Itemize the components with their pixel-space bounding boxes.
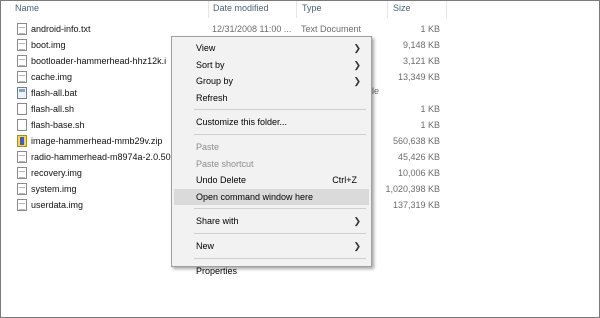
menu-separator (194, 233, 366, 234)
menu-item-label: Open command window here (196, 191, 314, 202)
file-name: android-info.txt (31, 24, 91, 34)
shell-file-icon (17, 103, 27, 115)
image-file-icon (17, 167, 27, 179)
menu-item-label: Sort by (196, 59, 225, 70)
file-name: recovery.img (31, 168, 82, 178)
column-size-label: Size (393, 3, 411, 13)
column-header-date[interactable]: Date modified (207, 1, 297, 18)
image-file-icon (17, 199, 27, 211)
image-file-icon (17, 39, 27, 51)
file-name: flash-all.sh (31, 104, 75, 114)
chevron-right-icon: ❯ (353, 59, 361, 70)
menu-item-label: Paste (196, 142, 220, 152)
context-menu: View ❯ Sort by ❯ Group by ❯ Refresh Customize t… (171, 36, 372, 276)
file-size: 1,020,398 KB (385, 184, 440, 194)
zip-file-icon (17, 135, 27, 147)
batch-file-icon (17, 87, 27, 99)
shell-file-icon (17, 119, 27, 131)
menu-item-label: View (196, 43, 216, 53)
menu-item-label: Properties (196, 265, 238, 276)
menu-item-label: Paste shortcut (196, 158, 254, 169)
column-type-label: Type (302, 3, 322, 13)
file-name: userdata.img (31, 200, 84, 210)
file-name: bootloader-hammerhead-hhz12k.i (31, 56, 167, 66)
chevron-right-icon: ❯ (353, 216, 361, 227)
column-date-label: Date modified (213, 3, 269, 13)
column-header-type[interactable]: Type (296, 1, 388, 18)
menu-item-properties[interactable]: Properties (174, 263, 369, 279)
file-size: 3,121 KB (402, 56, 440, 66)
image-file-icon (17, 183, 27, 195)
partial-type-text: le (372, 86, 380, 96)
menu-separator (194, 134, 366, 135)
image-file-icon (17, 151, 27, 163)
file-name: boot.img (31, 40, 66, 50)
file-name: flash-base.sh (31, 120, 85, 130)
file-name: radio-hammerhead-m8974a-2.0.50 (31, 152, 171, 162)
menu-item-label: Undo Delete (196, 175, 247, 186)
menu-item-open-command-window-here[interactable]: Open command window here (174, 188, 369, 205)
menu-separator (194, 109, 366, 111)
file-name: system.img (31, 184, 77, 194)
explorer-window: Name Date modified Type Size android-inf… (0, 0, 600, 318)
menu-item-label: Refresh (196, 92, 228, 103)
menu-separator (194, 208, 366, 210)
column-header-name[interactable]: Name (9, 1, 209, 18)
chevron-right-icon: ❯ (353, 241, 361, 251)
file-row[interactable]: android-info.txt 12/31/2008 11:00 ... Text… (1, 21, 599, 37)
text-file-icon (17, 23, 27, 35)
file-size: 13,349 KB (397, 72, 440, 82)
menu-item-refresh[interactable]: Refresh (174, 90, 369, 106)
column-header-size[interactable]: Size (387, 1, 447, 18)
menu-item-paste-shortcut[interactable]: Paste shortcut (174, 156, 369, 172)
menu-item-customize-this-folder[interactable]: Customize this folder... (174, 114, 369, 130)
menu-item-undo-delete[interactable]: Undo Delete Ctrl+Z (174, 172, 369, 188)
column-header-bar: Name Date modified Type Size (1, 1, 599, 18)
file-size: 137,319 KB (392, 200, 440, 210)
menu-item-group-by[interactable]: Group by ❯ (174, 73, 369, 89)
menu-item-shortcut: Ctrl+Z (332, 175, 357, 186)
menu-item-label: Share with (196, 216, 239, 227)
file-name: image-hammerhead-mmb29v.zip (31, 136, 163, 146)
file-size: 1 KB (420, 104, 440, 114)
column-name-label: Name (15, 3, 40, 13)
file-size: 1 KB (420, 120, 440, 130)
file-size: 560,638 KB (392, 136, 440, 146)
file-type: Text Document (301, 24, 362, 34)
file-name: flash-all.bat (31, 88, 78, 98)
menu-item-share-with[interactable]: Share with ❯ (174, 213, 369, 229)
menu-item-paste[interactable]: Paste (174, 139, 369, 155)
chevron-right-icon: ❯ (353, 43, 361, 53)
menu-item-label: New (196, 241, 215, 251)
menu-item-sort-by[interactable]: Sort by ❯ (174, 57, 369, 73)
file-size: 10,006 KB (397, 168, 440, 178)
file-name: cache.img (31, 72, 73, 82)
image-file-icon (17, 71, 27, 83)
image-file-icon (17, 55, 27, 67)
file-size: 1 KB (420, 24, 440, 34)
menu-separator (194, 257, 366, 259)
chevron-right-icon: ❯ (353, 76, 361, 87)
menu-item-new[interactable]: New ❯ (174, 238, 369, 254)
file-date: 12/31/2008 11:00 ... (212, 24, 292, 34)
file-size: 45,426 KB (397, 152, 440, 162)
menu-item-view[interactable]: View ❯ (174, 40, 369, 56)
file-size: 9,148 KB (402, 40, 440, 50)
menu-item-label: Customize this folder... (196, 117, 288, 128)
menu-item-label: Group by (196, 76, 234, 87)
